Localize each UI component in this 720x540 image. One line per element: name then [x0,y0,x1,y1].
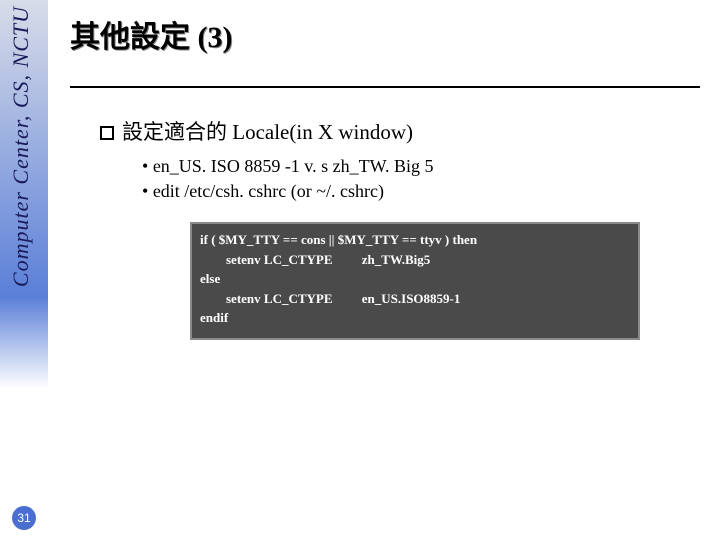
code-line: endif [200,310,228,325]
slide-content: 其他設定 (3) 設定適合的 Locale(in X window) en_US… [70,12,700,340]
slide-title: 其他設定 (3) [70,12,700,88]
sidebar: Computer Center, CS, NCTU 31 [0,0,48,540]
section-heading: 設定適合的 Locale(in X window) [122,116,413,146]
section-heading-row: 設定適合的 Locale(in X window) [100,116,700,146]
code-line: if ( $MY_TTY == cons || $MY_TTY == ttyv … [200,232,477,247]
code-line: setenv LC_CTYPE en_US.ISO8859-1 [200,291,460,306]
org-label: Computer Center, CS, NCTU [8,6,34,287]
code-line: else [200,271,220,286]
code-block: if ( $MY_TTY == cons || $MY_TTY == ttyv … [190,222,640,340]
list-item: edit /etc/csh. cshrc (or ~/. cshrc) [142,181,700,202]
bullet-list: en_US. ISO 8859 -1 v. s zh_TW. Big 5 edi… [142,156,700,202]
code-line: setenv LC_CTYPE zh_TW.Big5 [200,252,430,267]
list-item: en_US. ISO 8859 -1 v. s zh_TW. Big 5 [142,156,700,177]
square-bullet-icon [100,126,114,140]
section: 設定適合的 Locale(in X window) en_US. ISO 885… [100,116,700,340]
page-number: 31 [12,506,36,530]
